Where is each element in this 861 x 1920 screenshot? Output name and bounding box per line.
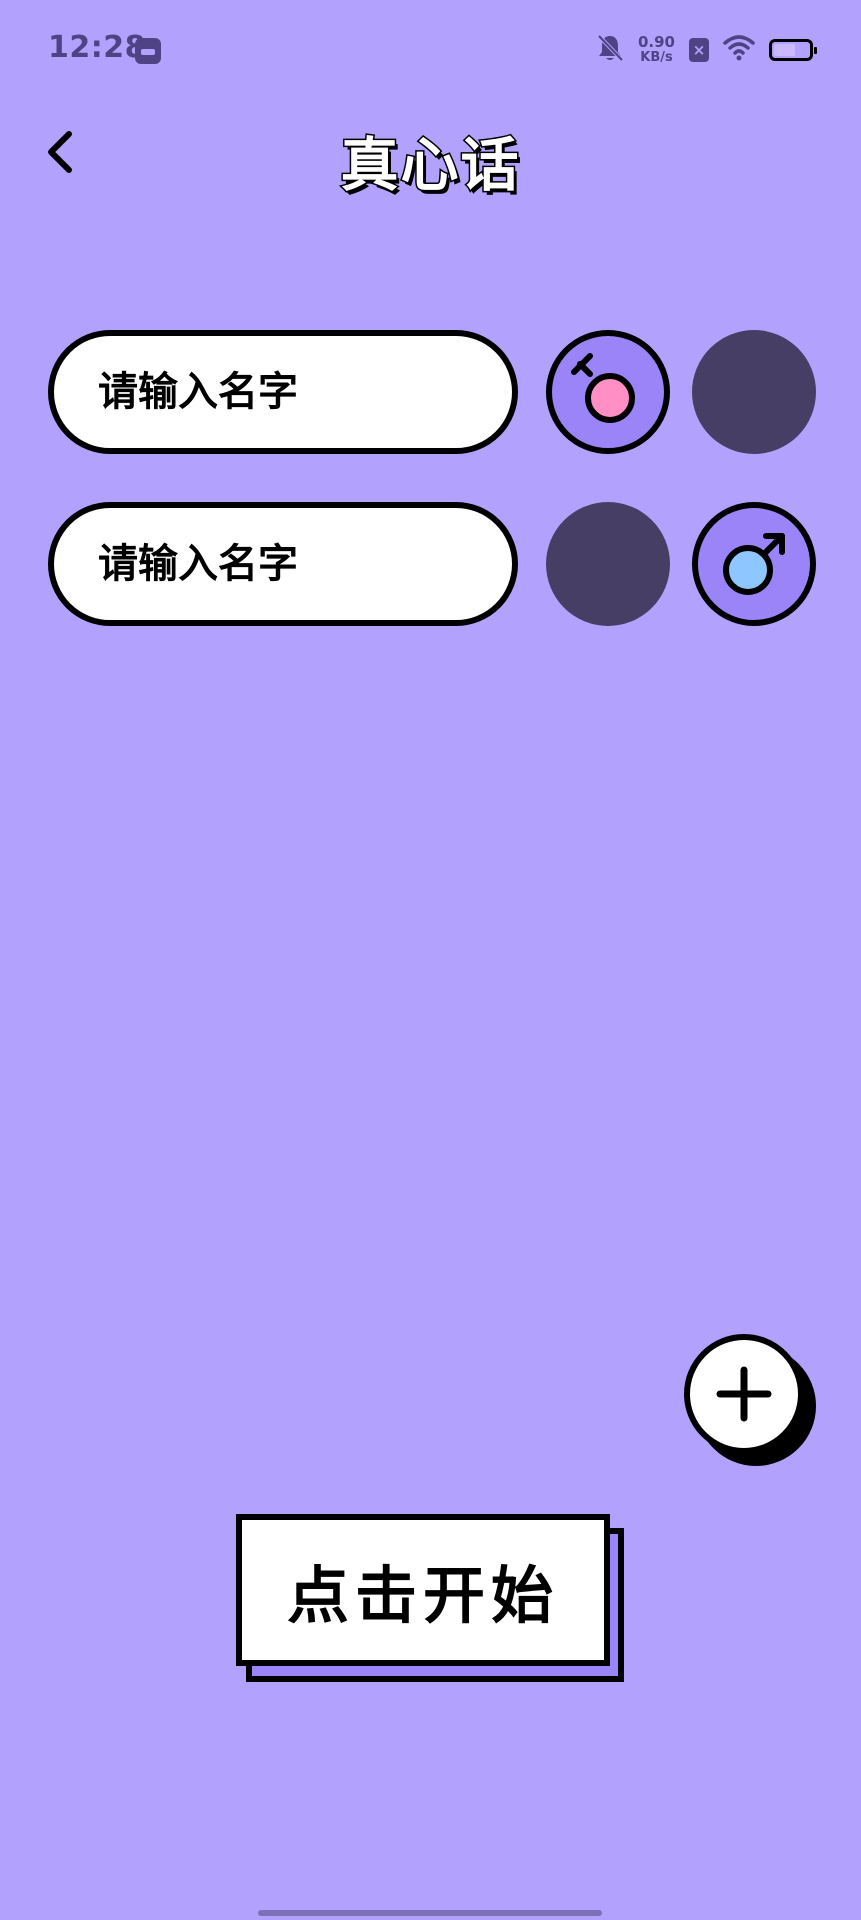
net-speed: 0.90 KB/s xyxy=(637,33,675,66)
status-icons: 0.90 KB/s × xyxy=(596,30,817,70)
bell-off-icon xyxy=(596,33,624,67)
sim-off-icon: × xyxy=(689,38,709,62)
player-name-input[interactable] xyxy=(48,330,518,454)
female-toggle-button[interactable] xyxy=(546,502,670,626)
net-speed-value: 0.90 xyxy=(637,33,675,51)
start-button[interactable]: 点击开始 xyxy=(236,1514,626,1684)
status-time: 12:28 xyxy=(48,30,146,65)
page-title: 真心话 xyxy=(339,130,521,201)
player-name-input[interactable] xyxy=(48,502,518,626)
net-speed-unit: KB/s xyxy=(640,50,673,65)
status-bar: 12:28 0.90 KB/s × xyxy=(0,0,861,100)
player-row xyxy=(48,502,816,626)
notification-app-icon xyxy=(135,38,161,64)
battery-icon xyxy=(769,39,817,61)
home-indicator[interactable] xyxy=(258,1910,602,1916)
wifi-icon xyxy=(723,35,755,65)
player-row xyxy=(48,330,816,454)
add-button-face xyxy=(684,1334,804,1454)
start-button-label: 点击开始 xyxy=(236,1514,610,1666)
male-toggle-button[interactable] xyxy=(692,502,816,626)
male-toggle-button[interactable] xyxy=(692,330,816,454)
add-player-button[interactable] xyxy=(684,1334,816,1466)
battery-fill xyxy=(774,44,795,56)
female-toggle-button[interactable] xyxy=(546,330,670,454)
